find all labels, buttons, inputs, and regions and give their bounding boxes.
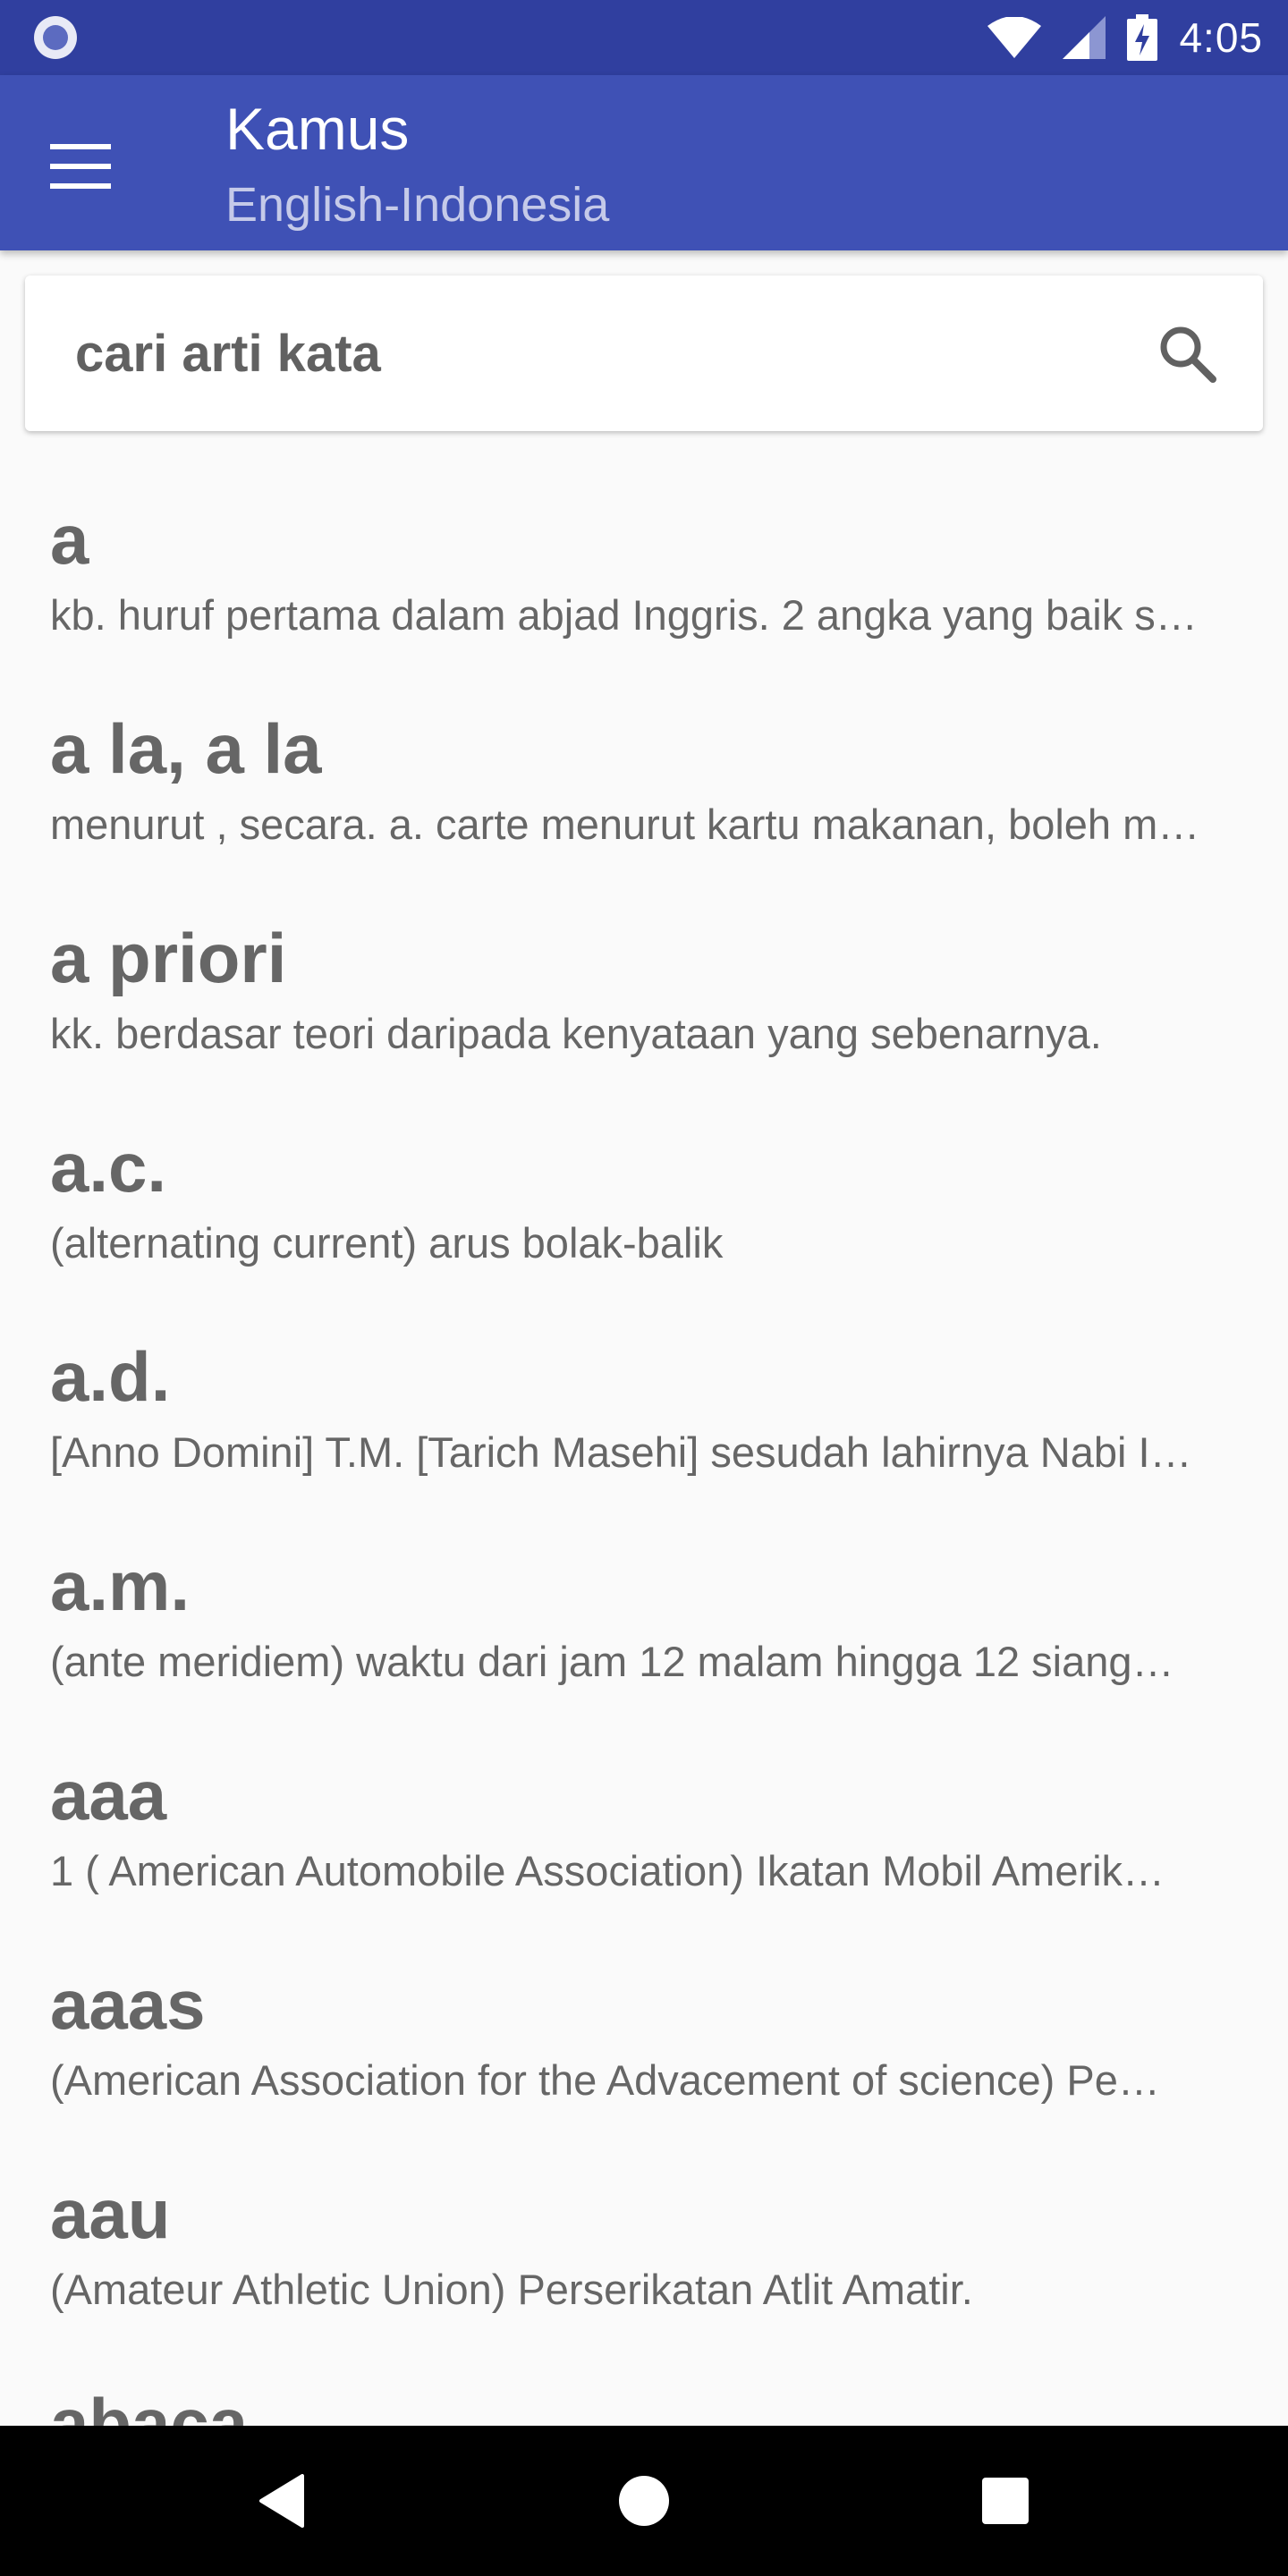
list-item[interactable]: a.c. (alternating current) arus bolak-ba…: [50, 1093, 1240, 1302]
list-item[interactable]: aau (Amateur Athletic Union) Perserikata…: [50, 2140, 1240, 2349]
wifi-icon: [987, 17, 1042, 58]
word-title: a: [50, 500, 89, 579]
search-card: [25, 275, 1263, 431]
word-definition: (Amateur Athletic Union) Perserikatan At…: [50, 2266, 973, 2313]
app-subtitle: English-Indonesia: [225, 178, 610, 232]
word-title: aaa: [50, 1756, 167, 1835]
battery-charging-icon: [1127, 14, 1158, 61]
search-icon: [1160, 326, 1216, 383]
word-title: a priori: [50, 919, 287, 997]
navigation-bar: [0, 2426, 1288, 2576]
app-notification-icon: [34, 16, 77, 59]
status-time: 4:05: [1179, 14, 1263, 61]
status-bar: 4:05: [0, 0, 1288, 75]
word-definition: [Anno Domini] T.M. [Tarich Masehi] sesud…: [50, 1428, 1192, 1476]
signal-icon: [1063, 16, 1106, 59]
app-title: Kamus: [225, 96, 410, 162]
word-definition: (American Association for the Advacement…: [50, 2056, 1160, 2104]
list-item[interactable]: a.d. [Anno Domini] T.M. [Tarich Masehi] …: [50, 1302, 1240, 1512]
home-icon: [619, 2476, 669, 2526]
search-input[interactable]: [75, 275, 1131, 431]
screen: 4:05 Kamus English-Indonesia a kb. huruf…: [0, 0, 1288, 2576]
word-title: abaca: [50, 2384, 249, 2426]
word-title: aaas: [50, 1965, 206, 2044]
list-item[interactable]: a la, a la menurut , secara. a. carte me…: [50, 674, 1240, 884]
hamburger-menu-icon: [50, 144, 111, 189]
word-definition: (ante meridiem) waktu dari jam 12 malam …: [50, 1638, 1174, 1685]
word-definition: menurut , secara. a. carte menurut kartu…: [50, 801, 1200, 848]
status-icons: 4:05: [987, 0, 1263, 75]
home-button[interactable]: [599, 2456, 689, 2546]
list-item[interactable]: a.m. (ante meridiem) waktu dari jam 12 m…: [50, 1512, 1240, 1721]
word-definition: 1 ( American Automobile Association) Ika…: [50, 1847, 1165, 1894]
list-item[interactable]: abaca: [50, 2349, 1240, 2426]
word-definition: kb. huruf pertama dalam abjad Inggris. 2…: [50, 591, 1198, 639]
list-item[interactable]: aaas (American Association for the Advac…: [50, 1930, 1240, 2140]
list-item[interactable]: aaa 1 ( American Automobile Association)…: [50, 1721, 1240, 1930]
word-title: aau: [50, 2174, 171, 2253]
app-bar: Kamus English-Indonesia: [0, 75, 1288, 250]
recents-icon: [982, 2478, 1029, 2524]
back-icon: [259, 2474, 304, 2528]
menu-button[interactable]: [36, 122, 125, 211]
word-title: a.d.: [50, 1337, 171, 1416]
list-item[interactable]: a kb. huruf pertama dalam abjad Inggris.…: [50, 465, 1240, 674]
word-title: a la, a la: [50, 709, 322, 788]
list-item[interactable]: a priori kk. berdasar teori daripada ken…: [50, 884, 1240, 1093]
back-button[interactable]: [238, 2456, 327, 2546]
word-definition: kk. berdasar teori daripada kenyataan ya…: [50, 1010, 1102, 1057]
word-definition: (alternating current) arus bolak-balik: [50, 1219, 724, 1267]
word-list: a kb. huruf pertama dalam abjad Inggris.…: [0, 465, 1288, 2426]
recents-button[interactable]: [961, 2456, 1050, 2546]
word-title: a.m.: [50, 1546, 191, 1625]
word-title: a.c.: [50, 1128, 167, 1207]
search-button[interactable]: [1147, 313, 1227, 394]
